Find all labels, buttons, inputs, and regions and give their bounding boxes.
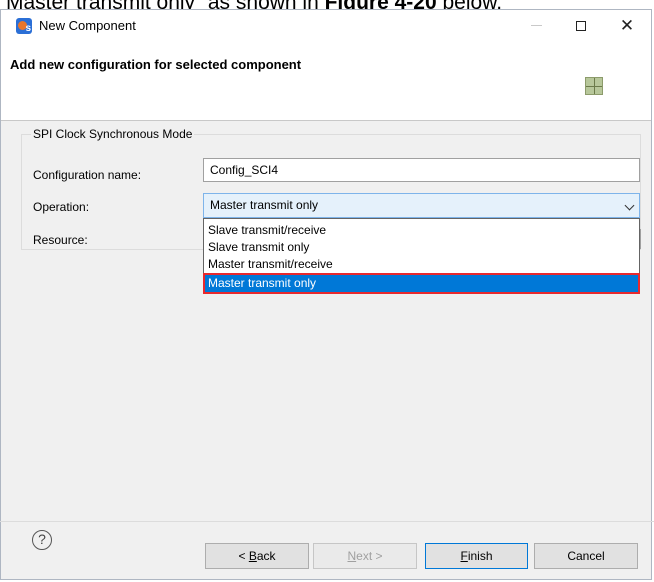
minimize-icon <box>530 25 542 26</box>
option-slave-transmit-only[interactable]: Slave transmit only <box>205 239 638 256</box>
operation-label: Operation: <box>33 200 90 214</box>
group-label: SPI Clock Synchronous Mode <box>31 127 195 141</box>
back-label-rest: ack <box>256 549 276 563</box>
next-button[interactable]: Next > <box>313 543 417 569</box>
close-icon: ✕ <box>619 15 635 35</box>
next-label-rest: ext > <box>356 549 383 563</box>
option-master-transmit-only[interactable]: Master transmit only <box>203 273 640 294</box>
operation-selected-value: Master transmit only <box>210 198 319 212</box>
resource-label: Resource: <box>33 233 88 247</box>
help-icon[interactable]: ? <box>32 530 52 550</box>
wizard-header: Add new configuration for selected compo… <box>1 41 651 121</box>
finish-label-key: F <box>460 549 468 563</box>
finish-label-rest: inish <box>467 549 493 563</box>
operation-dropdown-list: Slave transmit/receive Slave transmit on… <box>203 218 640 294</box>
back-label-key: B <box>248 549 257 563</box>
header-title: Add new configuration for selected compo… <box>10 57 302 72</box>
new-component-dialog: s New Component ✕ Add new configuration … <box>0 9 652 580</box>
chevron-down-icon <box>624 200 635 211</box>
operation-select[interactable]: Master transmit only <box>203 193 640 218</box>
back-button[interactable]: < Back <box>205 543 309 569</box>
config-name-label: Configuration name: <box>33 168 142 182</box>
maximize-icon <box>576 20 586 31</box>
option-master-transmit-receive[interactable]: Master transmit/receive <box>205 256 638 273</box>
next-label-key: N <box>347 549 357 563</box>
title-bar: s New Component ✕ <box>1 10 651 41</box>
back-label-pre: < <box>238 549 249 563</box>
component-grid-icon <box>585 77 603 95</box>
maximize-button[interactable] <box>558 10 604 41</box>
cancel-button[interactable]: Cancel <box>534 543 638 569</box>
config-name-input[interactable]: Config_SCI4 <box>203 158 640 182</box>
close-button[interactable]: ✕ <box>604 10 650 41</box>
minimize-button[interactable] <box>513 10 559 41</box>
footer-separator <box>0 521 654 522</box>
finish-button[interactable]: Finish <box>425 543 528 569</box>
option-slave-transmit-receive[interactable]: Slave transmit/receive <box>205 222 638 239</box>
window-title: New Component <box>39 18 136 33</box>
app-icon: s <box>16 18 32 34</box>
